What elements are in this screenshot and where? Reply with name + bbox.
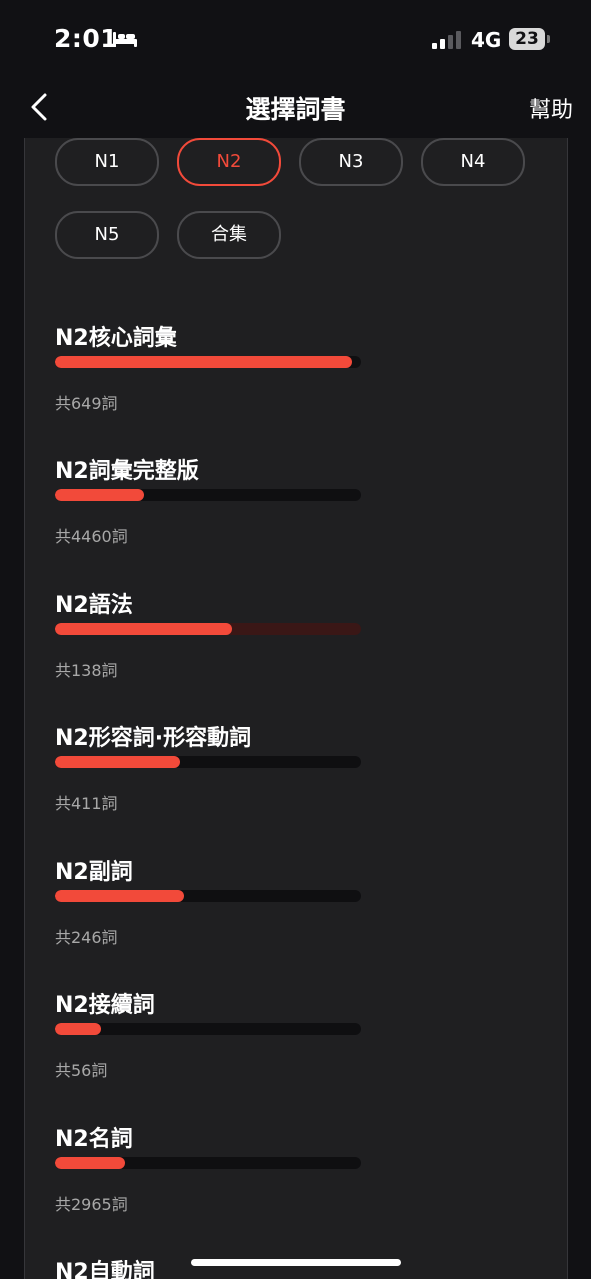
word-count: 共4460詞 [55, 527, 128, 546]
progress-track [55, 890, 361, 902]
home-indicator [191, 1259, 401, 1266]
battery-icon: 23 [509, 28, 545, 50]
filter-chip-n2[interactable]: N2 [177, 138, 281, 186]
progress-fill [55, 623, 233, 635]
cellular-signal-icon [432, 31, 462, 53]
navigation-bar: 選擇詞書 幫助 [0, 80, 591, 138]
book-title: N2詞彙完整版 [55, 459, 199, 484]
progress-fill [55, 890, 184, 902]
filter-chip-collection[interactable]: 合集 [177, 211, 281, 259]
progress-fill [55, 756, 181, 768]
word-count: 共411詞 [55, 794, 118, 813]
page-title: 選擇詞書 [245, 95, 346, 124]
progress-fill [55, 489, 144, 501]
filter-chip-n3[interactable]: N3 [299, 138, 403, 186]
book-title: N2語法 [55, 593, 133, 618]
progress-track [55, 1023, 361, 1035]
status-time: 2:01 [54, 24, 119, 53]
book-title: N2接續詞 [55, 993, 155, 1018]
word-count: 共246詞 [55, 928, 118, 947]
progress-track [55, 489, 361, 501]
progress-track [55, 1157, 361, 1169]
book-title: N2名詞 [55, 1127, 133, 1152]
progress-track [55, 356, 361, 368]
word-count: 共56詞 [55, 1061, 108, 1080]
status-bar: 2:01 4G 23 [0, 0, 591, 80]
book-title: N2自動詞 [55, 1260, 155, 1279]
word-count: 共649詞 [55, 394, 118, 413]
progress-fill [55, 1023, 101, 1035]
word-count: 共2965詞 [55, 1195, 128, 1214]
filter-chip-n1[interactable]: N1 [55, 138, 159, 186]
battery-tip [547, 35, 550, 43]
book-list-panel: N1 N2 N3 N4 N5 合集 N2核心詞彙 共649詞 N2詞彙完整版 共… [24, 138, 568, 1279]
book-title: N2形容詞·形容動詞 [55, 726, 252, 751]
progress-track [55, 756, 361, 768]
progress-track [55, 623, 361, 635]
network-type: 4G [471, 28, 502, 52]
help-button[interactable]: 幫助 [529, 92, 573, 124]
book-title: N2副詞 [55, 860, 133, 885]
word-count: 共138詞 [55, 661, 118, 680]
sleep-mode-icon [112, 30, 138, 52]
book-title: N2核心詞彙 [55, 326, 177, 351]
filter-chip-n5[interactable]: N5 [55, 211, 159, 259]
progress-fill [55, 1157, 126, 1169]
filter-chip-n4[interactable]: N4 [421, 138, 525, 186]
progress-fill [55, 356, 352, 368]
